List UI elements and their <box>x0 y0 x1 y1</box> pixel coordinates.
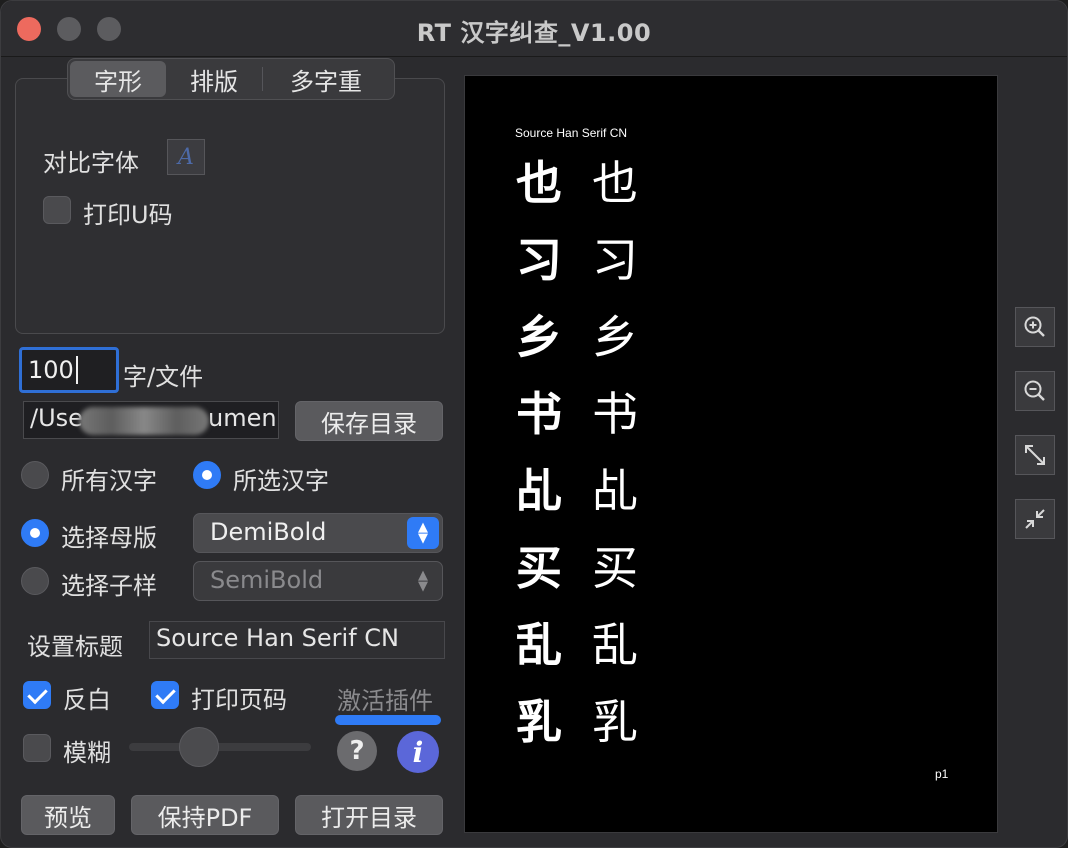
expand-icon <box>1025 445 1045 465</box>
preview-canvas: Source Han Serif CN 也也习习乡乡书书乩乩买买乱乱乳乳 p1 <box>464 75 998 833</box>
glyph-row: 乳乳 <box>515 699 639 745</box>
tab-glyph[interactable]: 字形 <box>70 61 166 97</box>
activate-plugin-link[interactable]: 激活插件 <box>337 681 433 716</box>
preview-title: Source Han Serif CN <box>515 126 628 140</box>
glyph-compare: 习 <box>592 233 638 287</box>
blur-slider-track[interactable] <box>129 743 311 751</box>
chars-per-file-input[interactable]: 100 <box>19 347 119 393</box>
window-title: RT 汉字纠查_V1.00 <box>416 19 652 47</box>
compare-font-label: 对比字体 <box>43 149 139 177</box>
glyph-row: 买买 <box>515 545 639 591</box>
page-number-label: 打印页码 <box>191 686 287 714</box>
blur-label: 模糊 <box>63 739 111 767</box>
info-icon: i <box>412 735 424 769</box>
print-ucode-label: 打印U码 <box>83 201 173 229</box>
activate-plugin-underline <box>335 715 441 725</box>
all-chars-radio[interactable] <box>21 461 49 489</box>
compare-font-picker[interactable]: A <box>167 139 205 175</box>
title-bar: RT 汉字纠查_V1.00 <box>1 1 1067 57</box>
invert-label: 反白 <box>63 686 111 714</box>
redacted-path-segment <box>79 407 209 435</box>
glyph-reference: 买 <box>516 541 562 595</box>
invert-checkbox[interactable] <box>23 681 51 709</box>
master-select-value: DemiBold <box>210 518 327 546</box>
chars-per-file-value: 100 <box>28 356 74 384</box>
updown-chevron-icon: ▲ ▼ <box>418 568 428 594</box>
selected-chars-label: 所选汉字 <box>233 467 329 495</box>
glyph-compare: 买 <box>592 541 638 595</box>
save-pdf-button[interactable]: 保持PDF <box>131 795 279 835</box>
glyph-compare: 也 <box>592 156 638 210</box>
path-prefix: /Use <box>30 404 83 432</box>
glyph-row: 乡乡 <box>515 314 639 360</box>
glyph-row: 习习 <box>515 237 639 283</box>
set-title-label: 设置标题 <box>27 633 123 661</box>
page-number-checkbox[interactable] <box>151 681 179 709</box>
choose-instance-label: 选择子样 <box>61 572 157 600</box>
open-directory-button[interactable]: 打开目录 <box>295 795 443 835</box>
zoom-out-icon <box>1024 380 1045 401</box>
glyph-reference: 乳 <box>516 695 562 749</box>
master-select[interactable]: DemiBold ▲ ▼ <box>193 513 443 553</box>
glyph-compare: 书 <box>592 387 638 441</box>
tab-multi-weight[interactable]: 多字重 <box>263 61 389 97</box>
tab-panel <box>15 78 445 334</box>
help-button[interactable]: ? <box>337 731 377 771</box>
choose-master-radio[interactable] <box>21 519 49 547</box>
glyph-reference: 书 <box>516 387 562 441</box>
path-suffix: umen <box>208 404 277 432</box>
glyph-row: 乱乱 <box>515 622 639 668</box>
font-icon: A <box>178 144 194 170</box>
glyph-compare: 乱 <box>592 618 638 672</box>
glyph-compare: 乩 <box>592 464 638 518</box>
choose-instance-radio[interactable] <box>21 567 49 595</box>
collapse-icon <box>1025 509 1045 529</box>
all-chars-label: 所有汉字 <box>61 467 157 495</box>
zoom-out-button[interactable] <box>1015 371 1055 411</box>
text-caret <box>75 356 78 384</box>
blur-slider-handle[interactable] <box>179 727 219 767</box>
zoom-in-icon <box>1024 316 1045 337</box>
save-directory-button[interactable]: 保存目录 <box>295 401 443 441</box>
fit-expand-button[interactable] <box>1015 435 1055 475</box>
tab-bar: 字形 排版 多字重 <box>67 58 395 100</box>
updown-chevron-icon: ▲ ▼ <box>407 517 439 549</box>
preview-page-number: p1 <box>935 767 949 781</box>
glyph-reference: 乩 <box>516 464 562 518</box>
glyph-compare: 乳 <box>592 695 638 749</box>
blur-checkbox[interactable] <box>23 734 51 762</box>
title-input[interactable]: Source Han Serif CN <box>149 621 445 659</box>
info-button[interactable]: i <box>397 731 439 773</box>
choose-master-label: 选择母版 <box>61 524 157 552</box>
glyph-reference: 乱 <box>516 618 562 672</box>
selected-chars-radio[interactable] <box>193 461 221 489</box>
fit-collapse-button[interactable] <box>1015 499 1055 539</box>
glyph-compare: 乡 <box>592 310 638 364</box>
preview-button[interactable]: 预览 <box>21 795 115 835</box>
glyph-row: 书书 <box>515 391 639 437</box>
app-window: RT 汉字纠查_V1.00 字形 排版 多字重 对比字体 A 打印U码 100 … <box>0 0 1068 848</box>
tab-layout[interactable]: 排版 <box>166 61 262 97</box>
instance-select[interactable]: SemiBold ▲ ▼ <box>193 561 443 601</box>
glyph-reference: 乡 <box>516 310 562 364</box>
glyph-reference: 习 <box>516 233 562 287</box>
glyph-row: 乩乩 <box>515 468 639 514</box>
zoom-in-button[interactable] <box>1015 307 1055 347</box>
instance-select-value: SemiBold <box>210 566 324 594</box>
glyph-reference: 也 <box>516 156 562 210</box>
print-ucode-checkbox[interactable] <box>43 196 71 224</box>
chars-per-file-unit: 字/文件 <box>123 363 204 391</box>
glyph-row: 也也 <box>515 160 639 206</box>
question-icon: ? <box>349 736 365 766</box>
